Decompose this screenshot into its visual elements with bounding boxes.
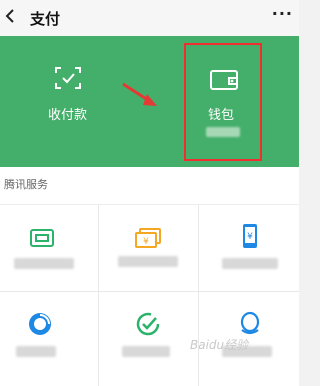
more-options-button[interactable]: ···: [272, 4, 293, 23]
wallet-label[interactable]: 钱包: [208, 104, 234, 123]
money-icon: ¥: [135, 228, 161, 248]
qq-icon: [240, 311, 260, 335]
check-circle-icon: [136, 312, 160, 336]
scan-icon: [55, 67, 81, 89]
qbi-icon: [29, 313, 51, 335]
wallet-balance-redacted: [206, 127, 240, 137]
page-title: 支付: [30, 10, 61, 28]
service-label-redacted: [14, 258, 74, 269]
card-icon: [30, 229, 54, 247]
service-label-redacted: [16, 346, 56, 357]
phone-yuan-icon: ¥: [243, 224, 257, 248]
service-label-redacted: [118, 256, 178, 267]
pay-receive-label: 收付款: [48, 108, 88, 123]
service-label-redacted: [222, 258, 278, 269]
back-button[interactable]: [0, 6, 20, 26]
service-label-redacted: [122, 346, 170, 357]
annotation-arrow: [122, 82, 157, 106]
svg-text:¥: ¥: [247, 232, 253, 242]
chevron-left-icon: [5, 9, 14, 23]
svg-text:¥: ¥: [143, 237, 149, 247]
annotation-highlight-box: [184, 43, 262, 161]
watermark: Baidu经验: [190, 338, 249, 352]
section-title: 腾讯服务: [4, 178, 48, 191]
wallet-icon[interactable]: [209, 68, 239, 92]
